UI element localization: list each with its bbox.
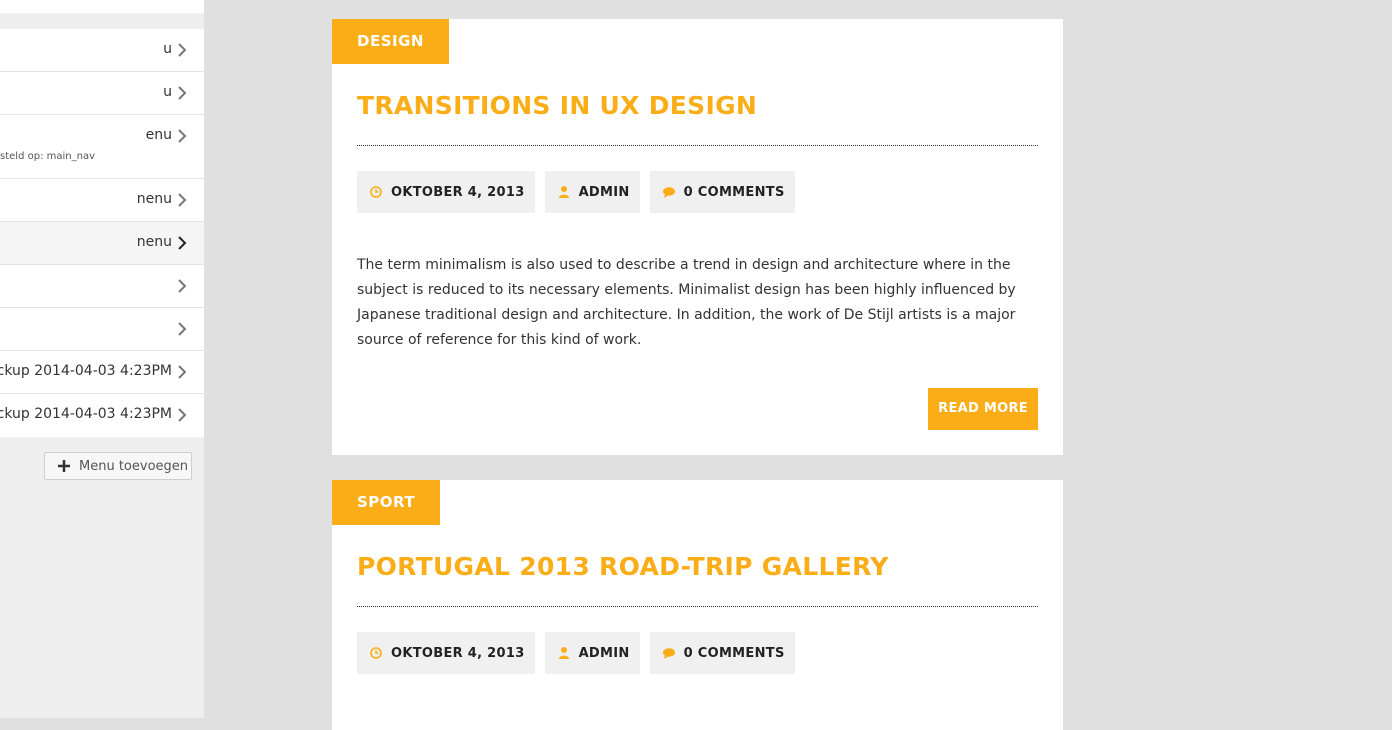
post-date: OKTOBER 4, 2013 (391, 645, 525, 661)
menu-item-label: backup 2014-04-03 4:23PM (0, 363, 172, 379)
menu-item-active[interactable]: nenu (0, 222, 204, 265)
menu-item-label: u (163, 84, 172, 100)
clock-icon (370, 186, 382, 198)
menu-item-label: u (163, 41, 172, 57)
user-icon (558, 647, 569, 659)
post-author-chip[interactable]: ADMIN (544, 632, 640, 674)
menu-item-label: nenu (136, 191, 172, 207)
menu-list: u u enu steld op: main_nav nenu nenu kup… (0, 29, 204, 437)
post-date-chip[interactable]: OKTOBER 4, 2013 (357, 632, 535, 674)
post-title[interactable]: TRANSITIONS IN UX DESIGN (357, 91, 757, 120)
menu-item-label: backup 2014-04-03 4:23PM (0, 406, 172, 422)
chevron-right-icon[interactable] (176, 85, 188, 101)
post-author-chip[interactable]: ADMIN (544, 171, 640, 213)
post-comments-chip[interactable]: 0 COMMENTS (649, 632, 795, 674)
menu-item[interactable]: enu steld op: main_nav (0, 115, 204, 179)
post-comments: 0 COMMENTS (683, 645, 785, 661)
chevron-right-icon[interactable] (176, 321, 188, 337)
clock-icon (370, 647, 382, 659)
sidebar-top-strip (0, 0, 204, 13)
chevron-right-icon[interactable] (176, 278, 188, 294)
add-menu-button[interactable]: Menu toevoegen (44, 452, 192, 480)
menu-item[interactable]: backup 2014-04-03 4:23PM (0, 394, 204, 437)
menu-item[interactable] (0, 308, 204, 351)
menu-item[interactable]: u (0, 72, 204, 115)
menu-item[interactable]: backup 2014-04-03 4:23PM (0, 351, 204, 394)
comment-icon (662, 648, 675, 659)
chevron-right-icon[interactable] (176, 364, 188, 380)
add-menu-button-label: Menu toevoegen (79, 458, 189, 474)
post-card: DESIGN TRANSITIONS IN UX DESIGN OKTOBER … (332, 19, 1063, 455)
post-category-badge[interactable]: SPORT (332, 480, 441, 525)
plus-icon (58, 460, 70, 472)
comment-icon (662, 187, 675, 198)
post-comments: 0 COMMENTS (683, 184, 785, 200)
menu-item[interactable]: nenu (0, 179, 204, 222)
chevron-right-icon[interactable] (176, 235, 188, 251)
menu-item-location: steld op: main_nav (0, 151, 95, 162)
menu-item-label: enu (145, 127, 172, 143)
title-divider (357, 145, 1038, 146)
menu-item-label: nenu (136, 234, 172, 250)
post-comments-chip[interactable]: 0 COMMENTS (649, 171, 795, 213)
menu-item[interactable]: u (0, 29, 204, 72)
post-category-badge[interactable]: DESIGN (332, 19, 449, 64)
post-title[interactable]: PORTUGAL 2013 ROAD-TRIP GALLERY (357, 552, 889, 581)
chevron-right-icon[interactable] (176, 192, 188, 208)
post-date: OKTOBER 4, 2013 (391, 184, 525, 200)
post-meta: OKTOBER 4, 2013 ADMIN 0 COMMENTS (357, 632, 795, 674)
title-divider (357, 606, 1038, 607)
post-excerpt: The term minimalism is also used to desc… (357, 257, 1016, 348)
post-meta: OKTOBER 4, 2013 ADMIN 0 COMMENTS (357, 171, 795, 213)
user-icon (558, 186, 569, 198)
menu-item[interactable] (0, 265, 204, 308)
read-more-button[interactable]: READ MORE (928, 388, 1038, 430)
post-card: SPORT PORTUGAL 2013 ROAD-TRIP GALLERY OK… (332, 480, 1063, 730)
post-author: ADMIN (578, 184, 630, 200)
chevron-right-icon[interactable] (176, 407, 188, 423)
post-author: ADMIN (578, 645, 630, 661)
chevron-right-icon[interactable] (176, 42, 188, 58)
chevron-right-icon[interactable] (176, 128, 188, 144)
post-date-chip[interactable]: OKTOBER 4, 2013 (357, 171, 535, 213)
menu-sidebar: u u enu steld op: main_nav nenu nenu kup… (0, 0, 204, 718)
